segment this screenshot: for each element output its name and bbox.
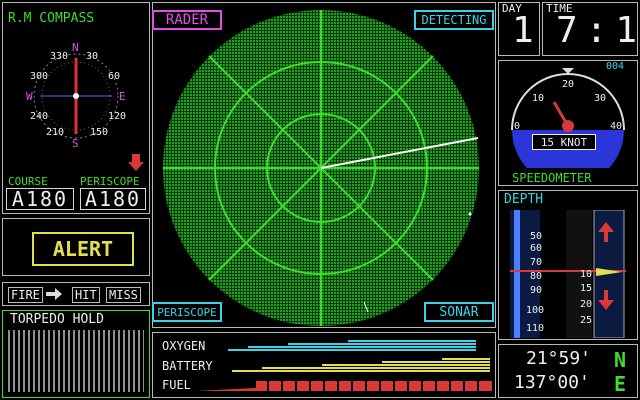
compass-tick-240: 240	[30, 111, 49, 122]
depth-110: 110	[526, 323, 545, 334]
fuel-label: FUEL	[162, 378, 191, 392]
down-arrow-icon	[128, 154, 144, 171]
depth-label: DEPTH	[504, 192, 544, 207]
compass-tick-120: 120	[108, 111, 127, 122]
compass-north: N	[72, 41, 79, 54]
compass-tick-150: 150	[90, 127, 109, 138]
latitude-value: 21°59'	[526, 348, 592, 369]
compass-tick-330: 330	[50, 51, 69, 62]
miss-counter: MISS	[106, 287, 141, 303]
periscope-button[interactable]: PERISCOPE	[152, 302, 222, 322]
depth-right-15: 15	[580, 283, 593, 294]
compass-south: S	[72, 137, 79, 150]
hit-counter: HIT	[72, 287, 100, 303]
fire-button[interactable]: FIRE	[8, 287, 43, 303]
depth-right-10: 10	[580, 269, 593, 280]
alert-indicator: ALERT	[32, 232, 134, 266]
longitude-direction: E	[614, 372, 627, 396]
speed-scale-30: 30	[594, 93, 607, 104]
battery-label: BATTERY	[162, 359, 213, 373]
depth-right-25: 25	[580, 315, 593, 326]
depth-50: 50	[530, 231, 543, 242]
radar-scope	[163, 10, 479, 326]
oxygen-gauge	[228, 340, 476, 351]
torpedo-label: TORPEDO HOLD	[10, 312, 104, 327]
depth-80: 80	[530, 271, 543, 282]
depth-100: 100	[526, 305, 545, 316]
compass-title: R.M COMPASS	[8, 11, 95, 26]
compass-tick-60: 60	[108, 71, 121, 82]
speed-scale-10: 10	[532, 93, 545, 104]
compass-tick-300: 300	[30, 71, 49, 82]
depth-gauge	[510, 210, 626, 338]
speed-scale-20: 20	[562, 79, 575, 90]
periscope-readout[interactable]: A180	[79, 187, 147, 211]
course-readout[interactable]: A180	[5, 187, 75, 211]
compass-east: E	[119, 90, 126, 103]
latitude-direction: N	[614, 348, 627, 372]
depth-90: 90	[530, 285, 543, 296]
compass-west: W	[26, 90, 33, 103]
compass-tick-210: 210	[46, 127, 65, 138]
longitude-value: 137°00'	[514, 372, 590, 393]
battery-gauge	[232, 358, 490, 372]
speed-scale-40: 40	[610, 121, 623, 132]
depth-70: 70	[530, 257, 543, 268]
speed-reading: 15 KNOT	[532, 134, 596, 150]
depth-60: 60	[530, 243, 543, 254]
speed-scale-0: 0	[514, 121, 521, 132]
time-value: 7:1	[556, 10, 640, 51]
fuel-gauge	[196, 381, 492, 391]
radar-status: DETECTING	[414, 10, 494, 30]
torpedo-racks	[8, 330, 144, 392]
course-label: COURSE	[8, 175, 48, 188]
right-arrow-icon	[46, 288, 62, 300]
speedometer-label: SPEEDOMETER	[512, 171, 592, 185]
periscope-label: PERISCOPE	[80, 175, 140, 188]
radar-title: RADER	[152, 10, 222, 30]
day-value: 1	[512, 10, 534, 51]
sonar-button[interactable]: SONAR	[424, 302, 494, 322]
oxygen-label: OXYGEN	[162, 339, 206, 353]
compass-tick-30: 30	[86, 51, 99, 62]
depth-right-20: 20	[580, 299, 593, 310]
